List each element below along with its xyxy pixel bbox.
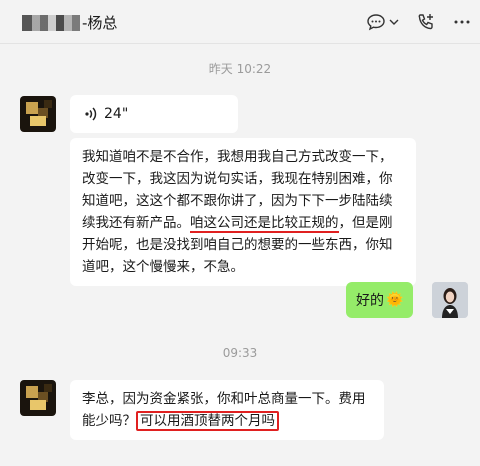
- avatar-self[interactable]: [432, 282, 468, 318]
- avatar-contact[interactable]: [20, 380, 56, 416]
- sun-emoji: 🌞: [386, 292, 404, 308]
- highlighted-text: 咱这公司还是比较正规的: [190, 215, 339, 233]
- chat-title-text: -杨总: [82, 14, 118, 32]
- voice-duration: 24": [104, 106, 129, 122]
- chat-title: -杨总: [22, 12, 117, 33]
- timestamp: 昨天 10:22: [208, 62, 272, 76]
- message-bubble[interactable]: 我知道咱不是不合作，我想用我自己方式改变一下，改变一下，我这因为说句实话，我现在…: [70, 138, 416, 286]
- message-bubble[interactable]: 李总，因为资金紧张，你和叶总商量一下。费用能少吗？ 可以用酒顶替两个月吗: [70, 380, 384, 440]
- more-icon[interactable]: [452, 12, 472, 32]
- chat-bubble-icon[interactable]: [366, 12, 386, 32]
- timestamp: 09:33: [222, 346, 258, 360]
- chevron-down-icon[interactable]: [388, 12, 400, 32]
- reply-text: 好的: [356, 293, 384, 309]
- phone-add-icon[interactable]: [416, 12, 436, 32]
- avatar-contact[interactable]: [20, 96, 56, 132]
- voice-wave-icon: [85, 107, 97, 121]
- highlighted-text: 可以用酒顶替两个月吗: [136, 411, 279, 431]
- mosaic-blur: [22, 14, 80, 31]
- chat-header: -杨总: [0, 0, 480, 44]
- reply-bubble[interactable]: 好的 🌞: [346, 282, 414, 318]
- voice-message[interactable]: 24": [70, 95, 238, 133]
- person-photo: [432, 282, 468, 318]
